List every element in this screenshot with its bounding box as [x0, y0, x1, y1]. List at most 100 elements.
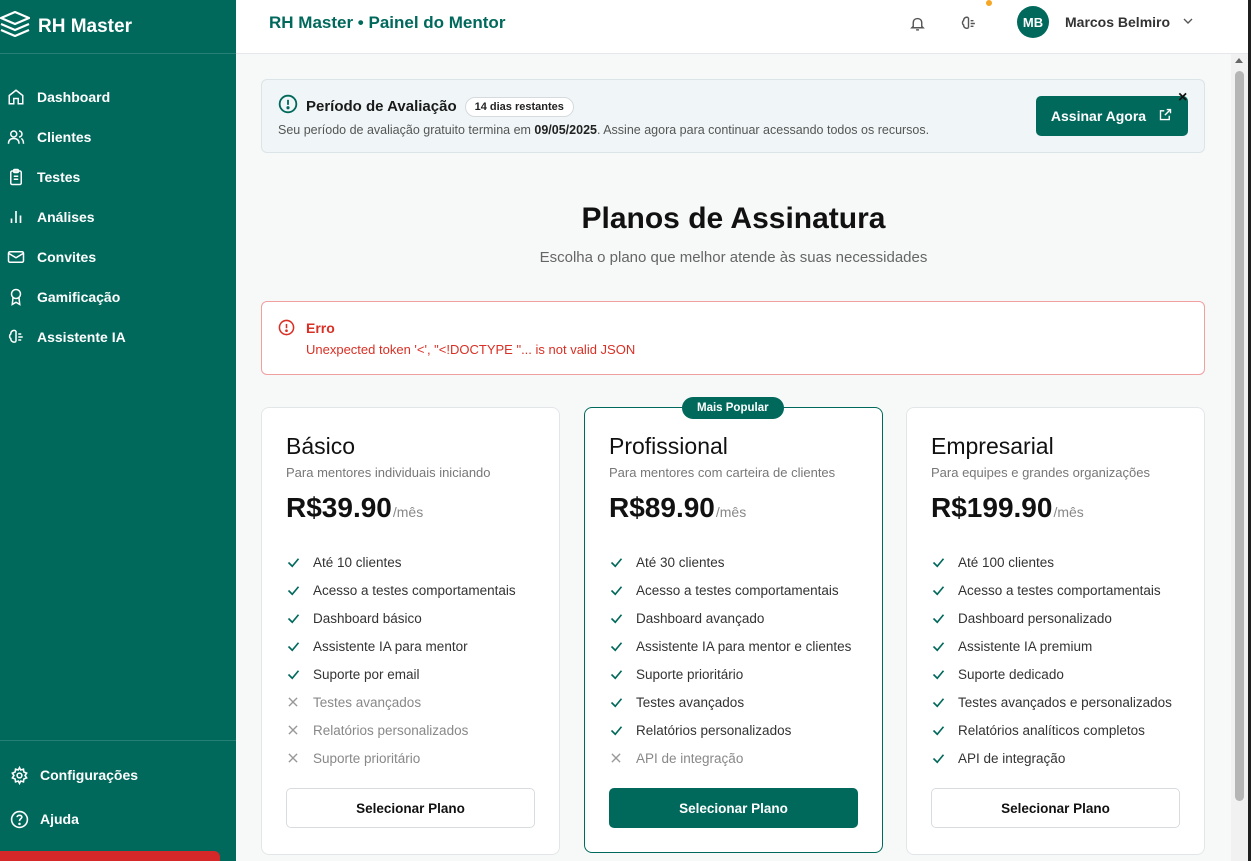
- page-subtitle: Escolha o plano que melhor atende às sua…: [539, 249, 928, 266]
- check-icon: [931, 583, 947, 598]
- price-value: R$39.90: [286, 492, 392, 523]
- sidebar-item-gamificacao[interactable]: Gamificação: [0, 277, 236, 317]
- sidebar-item-ajuda[interactable]: Ajuda: [0, 797, 236, 841]
- x-icon: [286, 751, 302, 765]
- plan-description: Para equipes e grandes organizações: [931, 465, 1150, 480]
- sidebar-nav: Dashboard Clientes Testes Análises Convi…: [0, 77, 236, 357]
- check-icon: [931, 639, 947, 654]
- close-banner-button[interactable]: ×: [1178, 90, 1187, 106]
- sidebar-item-dashboard[interactable]: Dashboard: [0, 77, 236, 117]
- check-icon: [609, 639, 625, 654]
- feature-item: Relatórios analíticos completos: [931, 716, 1172, 744]
- plan-name: Profissional: [609, 433, 728, 459]
- avatar[interactable]: MB: [1017, 6, 1049, 38]
- plan-card-empresarial: Empresarial Para equipes e grandes organ…: [906, 407, 1205, 855]
- feature-item: Até 10 clientes: [286, 548, 516, 576]
- external-link-icon: [1158, 107, 1173, 125]
- feature-item: Acesso a testes comportamentais: [609, 576, 851, 604]
- feature-item: Acesso a testes comportamentais: [931, 576, 1172, 604]
- layers-logo-icon: [0, 10, 31, 42]
- sidebar-item-label: Ajuda: [40, 811, 79, 827]
- page-scrollbar[interactable]: [1231, 54, 1248, 861]
- trial-message: Seu período de avaliação gratuito termin…: [278, 123, 929, 137]
- feature-text: API de integração: [636, 750, 744, 766]
- brain-icon: [6, 327, 26, 347]
- feature-text: API de integração: [958, 750, 1066, 766]
- sidebar-item-analises[interactable]: Análises: [0, 197, 236, 237]
- feature-item: Suporte dedicado: [931, 660, 1172, 688]
- feature-item: Dashboard personalizado: [931, 604, 1172, 632]
- select-plan-button[interactable]: Selecionar Plano: [286, 788, 535, 828]
- sidebar-item-testes[interactable]: Testes: [0, 157, 236, 197]
- feature-list: Até 100 clientes Acesso a testes comporta…: [931, 548, 1172, 772]
- check-icon: [609, 611, 625, 626]
- chevron-down-icon[interactable]: [1180, 13, 1196, 34]
- feature-item: Assistente IA premium: [931, 632, 1172, 660]
- alert-circle-icon: [278, 319, 295, 341]
- feature-item: Suporte por email: [286, 660, 516, 688]
- brand[interactable]: RH Master: [0, 0, 236, 54]
- check-icon: [931, 667, 947, 682]
- check-icon: [609, 723, 625, 738]
- trial-end-date: 09/05/2025: [534, 123, 597, 137]
- feature-text: Assistente IA para mentor: [313, 638, 468, 654]
- check-icon: [609, 695, 625, 710]
- check-icon: [931, 695, 947, 710]
- trial-days-badge: 14 dias restantes: [464, 96, 574, 117]
- error-title: Erro: [306, 320, 335, 336]
- feature-item: Testes avançados: [609, 688, 851, 716]
- feature-list: Até 30 clientes Acesso a testes comportam…: [609, 548, 851, 772]
- feature-text: Relatórios personalizados: [313, 722, 469, 738]
- scrollbar-thumb[interactable]: [1235, 71, 1244, 801]
- x-icon: [609, 751, 625, 765]
- feature-item: Relatórios personalizados: [609, 716, 851, 744]
- sidebar-item-clientes[interactable]: Clientes: [0, 117, 236, 157]
- feature-item: API de integração: [931, 744, 1172, 772]
- feature-item: Suporte prioritário: [609, 660, 851, 688]
- trial-text-before: Seu período de avaliação gratuito termin…: [278, 123, 535, 137]
- feature-text: Até 100 clientes: [958, 554, 1055, 570]
- select-plan-button[interactable]: Selecionar Plano: [609, 788, 858, 828]
- most-popular-badge: Mais Popular: [682, 397, 784, 419]
- check-icon: [286, 583, 302, 598]
- feature-text: Suporte prioritário: [313, 750, 421, 766]
- user-name[interactable]: Marcos Belmiro: [1065, 14, 1170, 30]
- sidebar-item-label: Dashboard: [37, 89, 111, 105]
- top-header: RH Master • Painel do Mentor MB Marcos B…: [236, 0, 1248, 54]
- help-icon: [9, 809, 29, 829]
- price-value: R$89.90: [609, 492, 715, 523]
- plan-name: Básico: [286, 433, 356, 459]
- feature-text: Suporte dedicado: [958, 666, 1064, 682]
- scroll-up-arrow-icon[interactable]: [1235, 58, 1243, 63]
- brand-name: RH Master: [38, 15, 132, 37]
- feature-item: Testes avançados: [286, 688, 516, 716]
- feature-text: Até 30 clientes: [636, 554, 725, 570]
- home-icon: [6, 87, 26, 107]
- sidebar-item-label: Análises: [37, 209, 95, 225]
- sidebar-item-convites[interactable]: Convites: [0, 237, 236, 277]
- plan-card-profissional: Mais Popular Profissional Para mentores …: [584, 397, 883, 853]
- select-plan-button[interactable]: Selecionar Plano: [931, 788, 1180, 828]
- feature-item: Assistente IA para mentor: [286, 632, 516, 660]
- sidebar-item-configuracoes[interactable]: Configurações: [0, 753, 236, 797]
- check-icon: [286, 639, 302, 654]
- error-alert: Erro Unexpected token '<', "<!DOCTYPE ".…: [261, 301, 1205, 375]
- check-icon: [609, 583, 625, 598]
- check-icon: [286, 611, 302, 626]
- trial-text-after: . Assine agora para continuar acessando …: [596, 123, 930, 137]
- notification-dot: [986, 0, 992, 6]
- clipboard-icon: [6, 167, 26, 187]
- feature-text: Dashboard personalizado: [958, 610, 1112, 626]
- brain-assistant-icon[interactable]: [957, 12, 979, 34]
- bar-chart-icon: [6, 207, 26, 227]
- plan-name: Empresarial: [931, 433, 1054, 459]
- sidebar-item-assistente-ia[interactable]: Assistente IA: [0, 317, 236, 357]
- check-icon: [286, 667, 302, 682]
- subscribe-now-button[interactable]: Assinar Agora: [1036, 96, 1188, 136]
- feature-text: Acesso a testes comportamentais: [313, 582, 516, 598]
- feature-item: Dashboard básico: [286, 604, 516, 632]
- bell-icon[interactable]: [906, 12, 928, 34]
- x-icon: [286, 695, 302, 709]
- check-icon: [609, 667, 625, 682]
- price-period: /mês: [1053, 504, 1084, 520]
